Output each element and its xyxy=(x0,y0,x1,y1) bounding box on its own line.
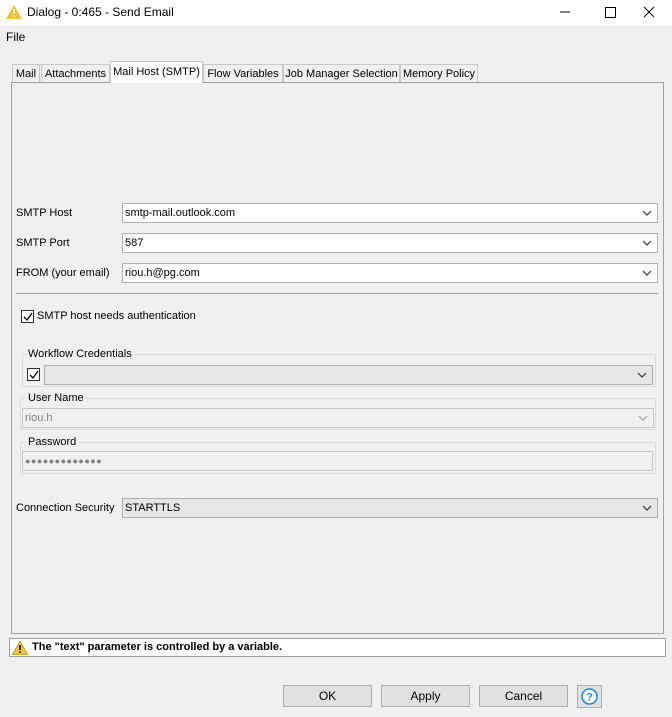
checkmark-icon xyxy=(29,370,39,380)
chevron-down-icon xyxy=(637,372,647,378)
password-field[interactable]: ●●●●●●●●●●●●● xyxy=(22,451,653,471)
workflow-credentials-checkbox[interactable] xyxy=(27,368,40,381)
smtp-host-label: SMTP Host xyxy=(16,207,73,219)
workflow-credentials-label: Workflow Credentials xyxy=(26,348,134,360)
from-email-combo[interactable]: riou.h@pg.com xyxy=(122,263,658,283)
smtp-auth-checkbox[interactable] xyxy=(21,310,34,323)
smtp-port-combo[interactable]: 587 xyxy=(122,233,658,253)
maximize-icon xyxy=(605,7,616,18)
username-value: riou.h xyxy=(25,412,53,424)
tab-attachments[interactable]: Attachments xyxy=(41,64,110,82)
connection-security-value: STARTTLS xyxy=(125,502,181,514)
ok-button[interactable]: OK xyxy=(283,685,372,707)
smtp-host-combo[interactable]: smtp-mail.outlook.com xyxy=(122,203,658,223)
window-title: Dialog - 0:465 - Send Email xyxy=(27,5,174,19)
help-icon: ? xyxy=(581,688,598,705)
checkmark-icon xyxy=(23,312,33,322)
tab-mail-host-smtp[interactable]: Mail Host (SMTP) xyxy=(110,61,203,83)
chevron-down-icon xyxy=(642,505,652,511)
tab-mail[interactable]: Mail xyxy=(12,64,40,82)
smtp-host-value: smtp-mail.outlook.com xyxy=(125,207,236,219)
warning-triangle-icon xyxy=(6,5,22,19)
svg-text:?: ? xyxy=(586,692,593,704)
from-email-value: riou.h@pg.com xyxy=(125,267,200,279)
menu-bar xyxy=(0,26,672,46)
cancel-button[interactable]: Cancel xyxy=(479,685,568,707)
connection-security-combo[interactable]: STARTTLS xyxy=(122,498,658,518)
smtp-port-value: 587 xyxy=(125,237,144,249)
tab-flow-variables[interactable]: Flow Variables xyxy=(203,64,283,82)
workflow-credentials-combo[interactable] xyxy=(44,365,653,385)
smtp-auth-label[interactable]: SMTP host needs authentication xyxy=(37,310,196,322)
smtp-port-label: SMTP Port xyxy=(16,237,70,249)
chevron-down-icon xyxy=(642,210,652,216)
tab-job-manager-selection[interactable]: Job Manager Selection xyxy=(283,64,400,82)
help-button[interactable]: ? xyxy=(577,685,602,708)
close-button[interactable] xyxy=(626,0,672,26)
password-label: Password xyxy=(26,436,79,448)
warning-triangle-icon xyxy=(12,641,28,655)
chevron-down-icon xyxy=(642,270,652,276)
minimize-icon xyxy=(560,11,570,13)
menu-file[interactable]: File xyxy=(6,30,25,44)
apply-button[interactable]: Apply xyxy=(381,685,470,707)
connection-security-label: Connection Security xyxy=(16,502,115,514)
separator xyxy=(16,293,658,294)
chevron-down-icon xyxy=(642,240,652,246)
from-email-label: FROM (your email) xyxy=(16,267,110,279)
username-label: User Name xyxy=(26,392,86,404)
chevron-down-icon xyxy=(638,415,648,421)
status-bar: The "text" parameter is controlled by a … xyxy=(9,638,666,657)
minimize-button[interactable] xyxy=(542,0,588,26)
tab-memory-policy[interactable]: Memory Policy xyxy=(400,64,478,82)
status-message: The "text" parameter is controlled by a … xyxy=(32,641,283,653)
username-combo[interactable]: riou.h xyxy=(22,408,654,428)
close-icon xyxy=(643,7,655,18)
